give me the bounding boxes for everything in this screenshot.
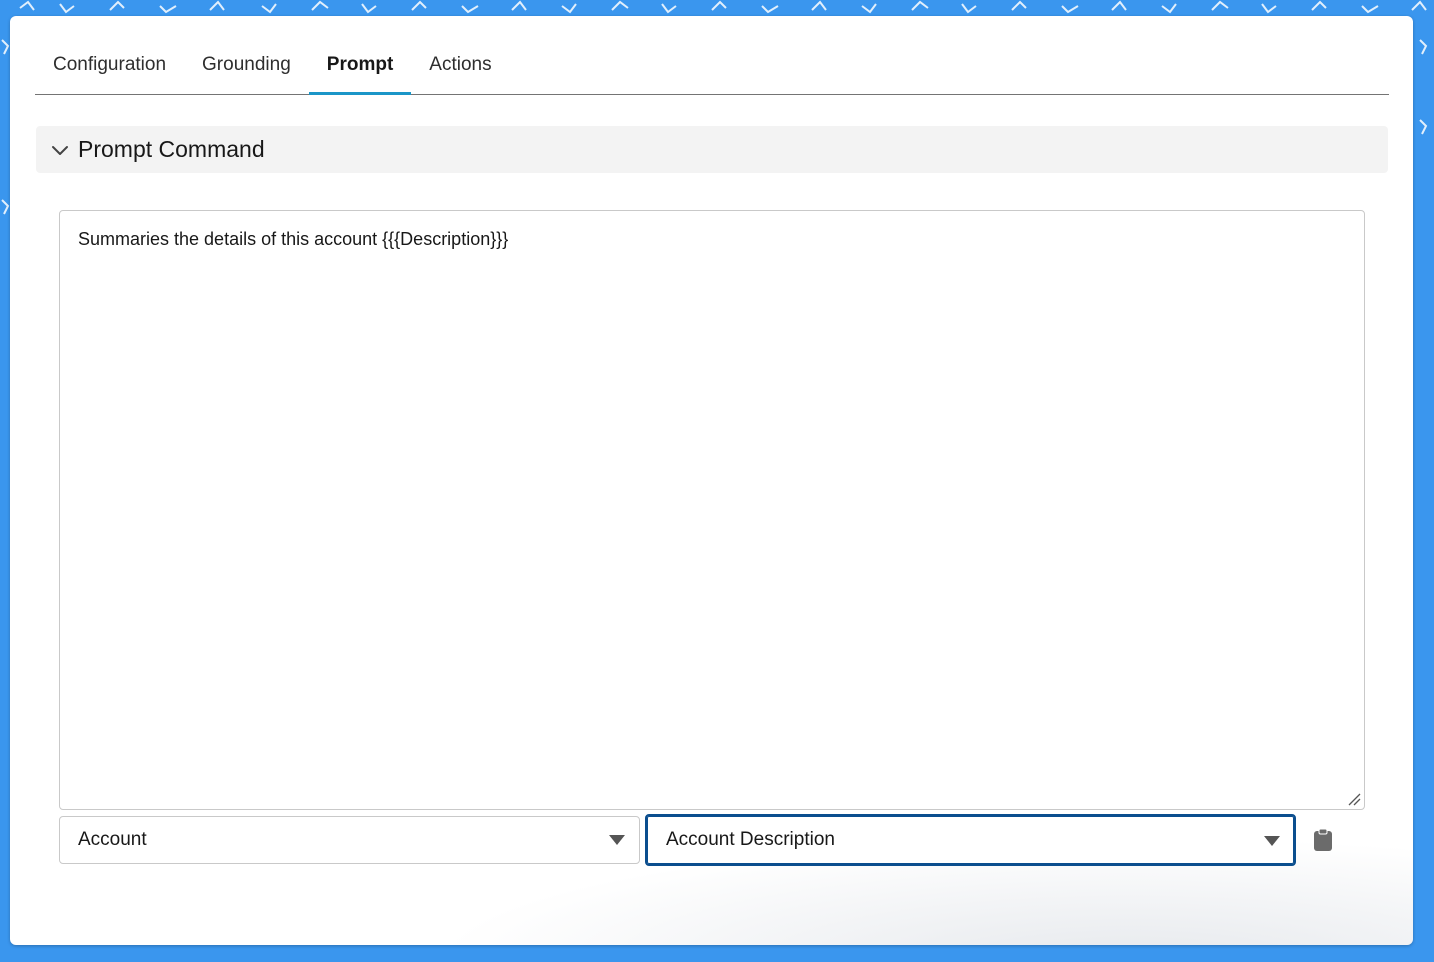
prompt-text: Summaries the details of this account {{… [78, 229, 509, 249]
tab-actions[interactable]: Actions [411, 44, 509, 94]
chevron-down-icon [52, 145, 68, 155]
prompt-textarea[interactable]: Summaries the details of this account {{… [59, 210, 1365, 810]
tab-configuration[interactable]: Configuration [35, 44, 184, 94]
prompt-editor-card: Configuration Grounding Prompt Actions P… [10, 16, 1413, 945]
tab-bar: Configuration Grounding Prompt Actions [35, 44, 1389, 95]
object-select[interactable]: Account [59, 816, 640, 864]
field-select-value: Account Description [666, 829, 835, 850]
clipboard-icon[interactable] [1312, 828, 1334, 852]
tab-grounding[interactable]: Grounding [184, 44, 309, 94]
object-select-value: Account [78, 829, 147, 850]
resize-handle-icon[interactable] [1347, 792, 1361, 806]
tab-prompt[interactable]: Prompt [308, 44, 412, 95]
section-title: Prompt Command [78, 136, 265, 162]
caret-down-icon [609, 835, 625, 845]
prompt-command-section-header[interactable]: Prompt Command [36, 126, 1388, 173]
field-select[interactable]: Account Description [645, 814, 1296, 866]
caret-down-icon [1264, 836, 1280, 846]
